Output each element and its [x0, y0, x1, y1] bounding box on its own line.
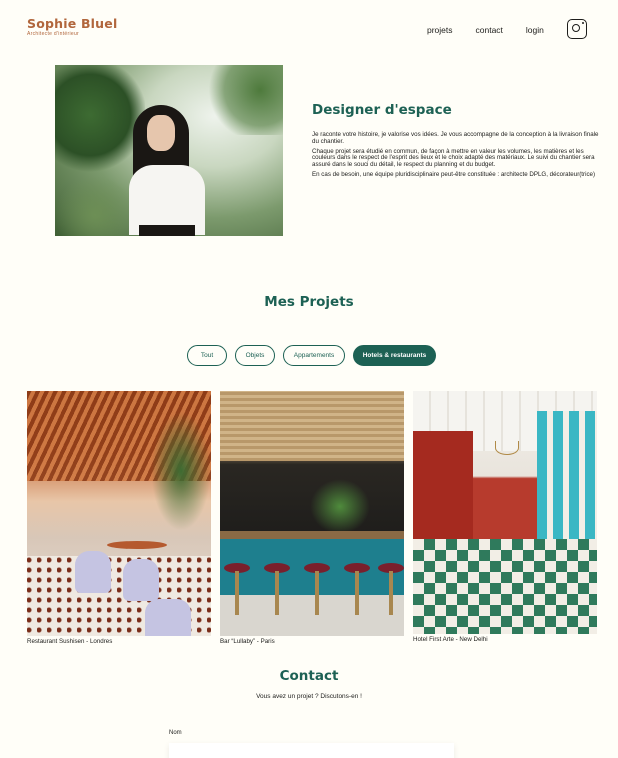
logo-subtitle: Architecte d'intérieur — [27, 31, 80, 37]
site-header: Sophie Bluel Architecte d'intérieur proj… — [0, 0, 618, 60]
main-nav: projets contact login — [427, 25, 567, 35]
intro-paragraph: En cas de besoin, une équipe pluridiscip… — [312, 170, 596, 178]
gallery-item[interactable]: Bar “Lullaby” - Paris — [220, 391, 404, 646]
project-caption: Bar “Lullaby” - Paris — [220, 638, 275, 645]
intro-text: Designer d'espace Je raconte votre histo… — [312, 102, 600, 182]
intro-paragraph: Je raconte votre histoire, je valorise v… — [312, 131, 599, 145]
name-input[interactable] — [169, 743, 454, 758]
projects-title: Mes Projets — [264, 294, 354, 310]
nav-link-login[interactable]: login — [526, 25, 544, 35]
name-label: Nom — [169, 730, 182, 736]
logo[interactable]: Sophie Bluel Architecte d'intérieur — [27, 16, 118, 38]
project-image-bar — [220, 391, 404, 636]
project-caption: Hotel First Arte - New Delhi — [413, 636, 488, 643]
project-image-hotel — [413, 391, 597, 634]
filter-tout-button[interactable]: Tout — [187, 345, 227, 366]
architect-photo — [55, 65, 283, 236]
intro-paragraph: Chaque projet sera étudié en commun, de … — [312, 147, 595, 168]
contact-subtitle: Vous avez un projet ? Discutons-en ! — [256, 693, 362, 700]
instagram-icon[interactable] — [567, 19, 587, 39]
gallery-item[interactable]: Restaurant Sushisen - Londres — [27, 391, 211, 646]
filter-objets-button[interactable]: Objets — [235, 345, 275, 366]
intro-title: Designer d'espace — [312, 102, 452, 118]
gallery-item[interactable]: Hotel First Arte - New Delhi — [413, 391, 597, 644]
contact-title: Contact — [279, 668, 339, 684]
nav-link-projets[interactable]: projets — [427, 25, 453, 35]
project-image-restaurant — [27, 391, 211, 636]
nav-link-contact[interactable]: contact — [476, 25, 503, 35]
project-caption: Restaurant Sushisen - Londres — [27, 638, 113, 645]
logo-title: Sophie Bluel — [27, 16, 118, 31]
filter-hotels-restaurants-button[interactable]: Hotels & restaurants — [353, 345, 436, 366]
filter-appartements-button[interactable]: Appartements — [283, 345, 345, 366]
project-filters: Tout Objets Appartements Hotels & restau… — [187, 345, 444, 366]
